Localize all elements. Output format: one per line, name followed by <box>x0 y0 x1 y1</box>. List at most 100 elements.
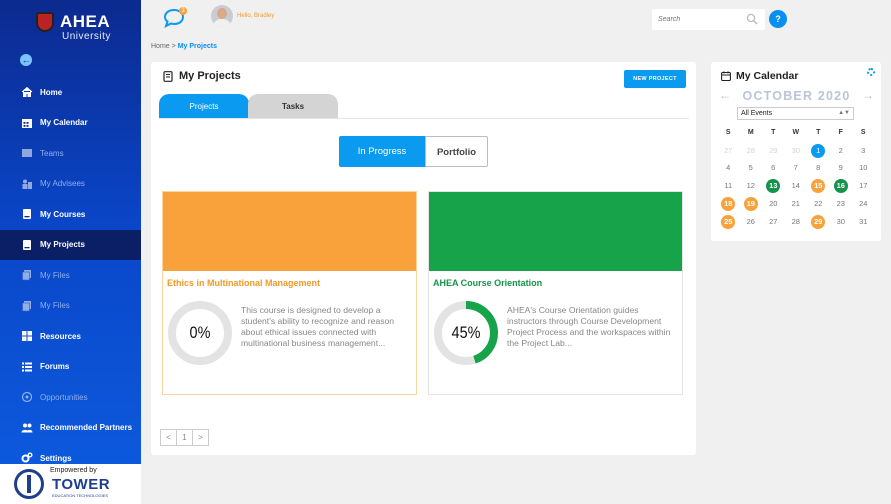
project-card[interactable]: AHEA Course Orientation 45% AHEA's Cours… <box>428 191 683 395</box>
calendar-day-number: 25 <box>721 214 736 229</box>
sidebar-item-resources[interactable]: Resources <box>0 321 141 352</box>
sidebar-item-home[interactable]: Home <box>0 77 141 108</box>
search-input[interactable] <box>658 13 738 26</box>
sidebar-item-opportunities[interactable]: Opportunities <box>0 382 141 413</box>
sidebar-item-my-advisees[interactable]: My Advisees <box>0 169 141 200</box>
calendar-day-number: 9 <box>838 163 843 173</box>
calendar-day[interactable]: 9 <box>830 161 853 175</box>
calendar-day[interactable]: 10 <box>852 161 875 175</box>
calendar-day[interactable]: 31 <box>852 215 875 229</box>
chat-icon[interactable]: 3 <box>163 7 187 28</box>
month-nav: ← OCTOBER 2020 → <box>719 88 874 104</box>
pager-page-1[interactable]: 1 <box>176 429 193 446</box>
gear-icon[interactable] <box>867 68 875 76</box>
calendar-day-number: 18 <box>721 197 736 212</box>
calendar-day-number: 5 <box>748 163 753 173</box>
weekday-label: T <box>771 129 776 137</box>
calendar-day[interactable]: 2 <box>830 144 853 158</box>
new-project-button[interactable]: NEW PROJECT <box>624 70 686 88</box>
top-bar: 3 Hello, Bradley ? <box>141 0 891 38</box>
sidebar-item-my-files[interactable]: My Files <box>0 291 141 322</box>
events-filter-value: All Events <box>741 110 773 117</box>
calendar-day[interactable]: 1 <box>807 143 830 158</box>
opportunities-icon <box>20 391 33 403</box>
book-icon <box>20 239 33 251</box>
calendar-day-number: 1 <box>811 143 826 158</box>
pager-prev-button[interactable]: < <box>160 429 177 446</box>
sidebar-item-recommended-partners[interactable]: Recommended Partners <box>0 413 141 444</box>
segment-portfolio[interactable]: Portfolio <box>425 136 488 167</box>
calendar-day[interactable]: 14 <box>785 179 808 193</box>
sidebar-item-my-files[interactable]: My Files <box>0 260 141 291</box>
calendar-day[interactable]: 7 <box>785 161 808 175</box>
help-button[interactable]: ? <box>769 10 787 28</box>
tab-tasks[interactable]: Tasks <box>248 94 338 119</box>
weekday-header: SMTWTFS <box>717 124 875 142</box>
prev-month-button[interactable]: ← <box>719 88 731 102</box>
breadcrumb-home[interactable]: Home <box>151 43 170 50</box>
tab-projects[interactable]: Projects <box>159 94 249 119</box>
calendar-day[interactable]: 28 <box>785 215 808 229</box>
calendar-day[interactable]: 18 <box>717 197 740 212</box>
calendar-day-number: 30 <box>836 216 845 226</box>
sidebar-item-my-calendar[interactable]: My Calendar <box>0 108 141 139</box>
next-month-button[interactable]: → <box>862 88 874 102</box>
calendar-day-number: 22 <box>814 199 823 209</box>
sidebar-item-my-projects[interactable]: My Projects <box>0 229 141 260</box>
sidebar-item-teams[interactable]: Teams <box>0 138 141 169</box>
calendar-day[interactable]: 4 <box>717 161 740 175</box>
calendar-day[interactable]: 15 <box>807 179 830 194</box>
sidebar-item-forums[interactable]: Forums <box>0 352 141 383</box>
calendar-day[interactable]: 27 <box>762 215 785 229</box>
calendar-day[interactable]: 3 <box>852 144 875 158</box>
calendar-day[interactable]: 22 <box>807 197 830 211</box>
calendar-day[interactable]: 6 <box>762 161 785 175</box>
calendar-week: 25 26 27 28 29 30 31 <box>717 213 875 231</box>
pager-next-button[interactable]: > <box>192 429 209 446</box>
collapse-sidebar-icon[interactable]: ← <box>20 54 32 66</box>
card-banner <box>163 192 416 271</box>
calendar-day[interactable]: 8 <box>807 161 830 175</box>
calendar-day[interactable]: 27 <box>717 144 740 158</box>
sidebar-item-my-courses[interactable]: My Courses <box>0 199 141 230</box>
calendar-title-text: My Calendar <box>736 70 799 82</box>
calendar-day-number: 4 <box>726 163 731 173</box>
calendar-day[interactable]: 24 <box>852 197 875 211</box>
brand-logo[interactable]: AHEA University <box>36 10 136 42</box>
calendar-day[interactable]: 5 <box>740 161 763 175</box>
calendar-day[interactable]: 21 <box>785 197 808 211</box>
calendar-day[interactable]: 25 <box>717 214 740 229</box>
calendar-day[interactable]: 23 <box>830 197 853 211</box>
calendar-day[interactable]: 28 <box>740 144 763 158</box>
calendar-day[interactable]: 29 <box>807 214 830 229</box>
avatar[interactable] <box>211 5 233 27</box>
project-card[interactable]: Ethics in Multinational Management 0% Th… <box>162 191 417 395</box>
calendar-day-number: 2 <box>838 145 843 155</box>
search-icon[interactable] <box>746 13 758 25</box>
segment-in-progress[interactable]: In Progress <box>339 136 425 167</box>
events-filter-select[interactable]: All Events ▲▼ <box>737 107 854 120</box>
calendar-day[interactable]: 29 <box>762 144 785 158</box>
calendar-day[interactable]: 30 <box>830 215 853 229</box>
sidebar-item-label: Resources <box>40 331 81 341</box>
calendar-day[interactable]: 13 <box>762 179 785 194</box>
calendar-day[interactable]: 17 <box>852 179 875 193</box>
calendar-day[interactable]: 12 <box>740 179 763 193</box>
calendar-day-number: 27 <box>724 145 733 155</box>
calendar-day[interactable]: 26 <box>740 215 763 229</box>
projects-title: My Projects <box>179 70 241 82</box>
calendar-day[interactable]: 30 <box>785 144 808 158</box>
calendar-week: 18 19 20 21 22 23 24 <box>717 195 875 213</box>
calendar-day[interactable]: 11 <box>717 179 740 193</box>
weekday-label: W <box>792 129 800 137</box>
card-title[interactable]: Ethics in Multinational Management <box>167 278 320 288</box>
users-icon <box>20 422 33 434</box>
weekday-label: M <box>747 129 754 137</box>
calendar-day[interactable]: 20 <box>762 197 785 211</box>
calendar-day[interactable]: 16 <box>830 179 853 194</box>
calendar-day-number: 29 <box>811 214 826 229</box>
calendar-day[interactable]: 19 <box>740 197 763 212</box>
book-icon <box>163 70 173 82</box>
card-title[interactable]: AHEA Course Orientation <box>433 278 542 288</box>
sidebar-item-label: My Courses <box>40 209 86 219</box>
